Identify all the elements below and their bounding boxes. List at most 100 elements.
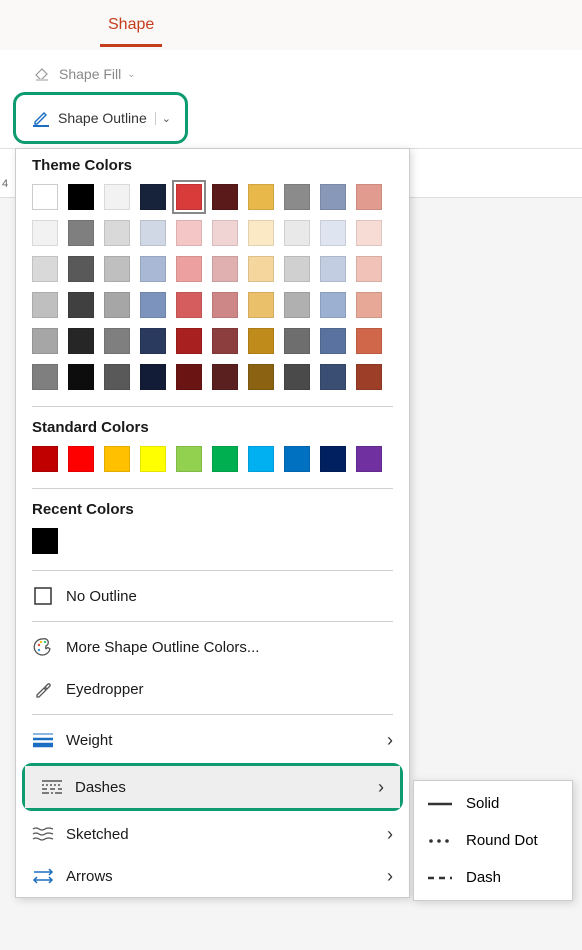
color-swatch[interactable] xyxy=(140,328,166,354)
theme-colors-title: Theme Colors xyxy=(32,157,393,174)
tab-shape[interactable]: Shape xyxy=(100,4,162,47)
color-swatch[interactable] xyxy=(104,256,130,282)
color-swatch[interactable] xyxy=(176,292,202,318)
no-outline-item[interactable]: No Outline xyxy=(16,575,409,617)
color-swatch[interactable] xyxy=(68,328,94,354)
color-swatch[interactable] xyxy=(140,184,166,210)
color-swatch[interactable] xyxy=(248,446,274,472)
tab-bar: Shape xyxy=(0,0,582,50)
shape-fill-button[interactable]: Shape Fill ⌄ xyxy=(23,58,577,90)
dashes-item[interactable]: Dashes › xyxy=(25,766,400,808)
chevron-right-icon: › xyxy=(378,777,384,798)
color-swatch[interactable] xyxy=(68,184,94,210)
color-swatch[interactable] xyxy=(104,364,130,390)
dash-solid-item[interactable]: Solid xyxy=(414,785,572,822)
shape-outline-label: Shape Outline xyxy=(58,110,147,126)
color-swatch[interactable] xyxy=(284,220,310,246)
color-swatch[interactable] xyxy=(356,446,382,472)
color-swatch[interactable] xyxy=(320,446,346,472)
color-swatch[interactable] xyxy=(248,364,274,390)
color-swatch[interactable] xyxy=(176,184,202,210)
color-swatch[interactable] xyxy=(68,446,94,472)
color-swatch[interactable] xyxy=(140,446,166,472)
color-swatch[interactable] xyxy=(284,292,310,318)
color-swatch[interactable] xyxy=(32,364,58,390)
chevron-down-icon: ⌄ xyxy=(127,69,135,80)
color-swatch[interactable] xyxy=(284,184,310,210)
color-swatch[interactable] xyxy=(248,220,274,246)
color-swatch[interactable] xyxy=(140,220,166,246)
no-outline-icon xyxy=(32,585,54,607)
color-swatch[interactable] xyxy=(248,256,274,282)
color-swatch[interactable] xyxy=(32,220,58,246)
arrows-item[interactable]: Arrows › xyxy=(16,855,409,897)
color-swatch[interactable] xyxy=(356,256,382,282)
color-swatch[interactable] xyxy=(320,256,346,282)
color-swatch[interactable] xyxy=(212,184,238,210)
color-swatch[interactable] xyxy=(248,328,274,354)
color-swatch[interactable] xyxy=(32,256,58,282)
color-swatch[interactable] xyxy=(356,328,382,354)
weight-item[interactable]: Weight › xyxy=(16,719,409,761)
color-swatch[interactable] xyxy=(140,292,166,318)
color-swatch[interactable] xyxy=(32,328,58,354)
color-swatch[interactable] xyxy=(104,292,130,318)
color-swatch[interactable] xyxy=(320,292,346,318)
color-swatch[interactable] xyxy=(248,184,274,210)
divider xyxy=(32,621,393,622)
color-swatch[interactable] xyxy=(356,292,382,318)
standard-colors-title: Standard Colors xyxy=(32,419,393,436)
color-swatch[interactable] xyxy=(320,184,346,210)
color-swatch[interactable] xyxy=(68,292,94,318)
divider xyxy=(32,488,393,489)
theme-color-grid xyxy=(32,182,393,398)
color-swatch[interactable] xyxy=(248,292,274,318)
color-swatch[interactable] xyxy=(212,328,238,354)
color-swatch[interactable] xyxy=(212,446,238,472)
sketched-item[interactable]: Sketched › xyxy=(16,813,409,855)
eyedropper-label: Eyedropper xyxy=(66,681,144,698)
color-swatch[interactable] xyxy=(104,446,130,472)
color-swatch[interactable] xyxy=(104,328,130,354)
color-swatch[interactable] xyxy=(212,292,238,318)
dashes-icon xyxy=(41,776,63,798)
no-outline-label: No Outline xyxy=(66,588,137,605)
more-colors-item[interactable]: More Shape Outline Colors... xyxy=(16,626,409,668)
round-dot-label: Round Dot xyxy=(466,832,538,849)
color-swatch[interactable] xyxy=(68,364,94,390)
color-swatch[interactable] xyxy=(140,256,166,282)
color-swatch[interactable] xyxy=(356,364,382,390)
color-swatch[interactable] xyxy=(284,328,310,354)
color-swatch[interactable] xyxy=(32,446,58,472)
color-swatch[interactable] xyxy=(356,220,382,246)
color-swatch[interactable] xyxy=(176,364,202,390)
color-swatch[interactable] xyxy=(212,220,238,246)
color-swatch[interactable] xyxy=(32,292,58,318)
shape-outline-button[interactable]: Shape Outline ⌄ xyxy=(20,99,181,137)
eyedropper-item[interactable]: Eyedropper xyxy=(16,668,409,710)
color-swatch[interactable] xyxy=(320,220,346,246)
color-swatch[interactable] xyxy=(176,256,202,282)
color-swatch[interactable] xyxy=(32,184,58,210)
color-swatch[interactable] xyxy=(320,364,346,390)
color-swatch[interactable] xyxy=(284,256,310,282)
color-swatch[interactable] xyxy=(176,220,202,246)
round-dot-icon xyxy=(428,838,452,844)
color-swatch[interactable] xyxy=(176,446,202,472)
color-swatch[interactable] xyxy=(356,184,382,210)
color-swatch[interactable] xyxy=(212,256,238,282)
color-swatch[interactable] xyxy=(284,446,310,472)
dash-round-dot-item[interactable]: Round Dot xyxy=(414,822,572,859)
color-swatch[interactable] xyxy=(212,364,238,390)
color-swatch[interactable] xyxy=(176,328,202,354)
arrows-label: Arrows xyxy=(66,868,113,885)
color-swatch[interactable] xyxy=(68,220,94,246)
color-swatch[interactable] xyxy=(320,328,346,354)
dash-dash-item[interactable]: Dash xyxy=(414,859,572,896)
color-swatch[interactable] xyxy=(284,364,310,390)
color-swatch[interactable] xyxy=(140,364,166,390)
color-swatch[interactable] xyxy=(68,256,94,282)
color-swatch[interactable] xyxy=(32,528,58,554)
color-swatch[interactable] xyxy=(104,184,130,210)
color-swatch[interactable] xyxy=(104,220,130,246)
